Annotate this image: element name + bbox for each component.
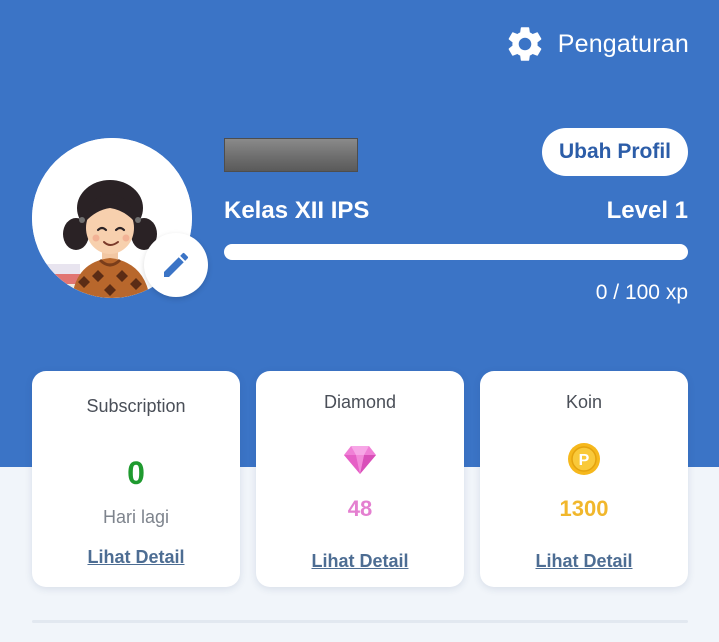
edit-profile-button[interactable]: Ubah Profil bbox=[542, 128, 688, 176]
coin-icon: P bbox=[568, 443, 600, 475]
diamond-card: Diamond 48 Lihat Detail bbox=[256, 371, 464, 587]
gear-icon bbox=[508, 27, 542, 61]
settings-button[interactable]: Pengaturan bbox=[504, 23, 689, 65]
koin-detail-link[interactable]: Lihat Detail bbox=[480, 551, 688, 572]
edit-avatar-button[interactable] bbox=[144, 233, 208, 297]
level-label: Level 1 bbox=[606, 197, 688, 224]
coin-glyph: P bbox=[579, 452, 590, 469]
subscription-detail-link[interactable]: Lihat Detail bbox=[32, 547, 240, 568]
diamond-title: Diamond bbox=[323, 392, 397, 412]
subscription-days-label: Hari lagi bbox=[102, 507, 170, 527]
xp-progress-bar bbox=[224, 244, 688, 260]
diamond-detail-link[interactable]: Lihat Detail bbox=[256, 551, 464, 572]
class-label: Kelas XII IPS bbox=[224, 197, 370, 224]
section-divider bbox=[32, 620, 688, 623]
koin-title: Koin bbox=[565, 392, 603, 412]
koin-card: Koin P 1300 Lihat Detail bbox=[480, 371, 688, 587]
diamond-value: 48 bbox=[347, 496, 373, 521]
settings-label: Pengaturan bbox=[557, 29, 689, 58]
avatar-container bbox=[32, 138, 208, 298]
subscription-title: Subscription bbox=[86, 396, 186, 416]
koin-value: 1300 bbox=[559, 496, 609, 521]
subscription-card: Subscription 0 Hari lagi Lihat Detail bbox=[32, 371, 240, 587]
subscription-value: 0 bbox=[127, 455, 145, 491]
user-name-redacted bbox=[224, 138, 358, 172]
xp-label: 0 / 100 xp bbox=[595, 281, 688, 304]
diamond-icon bbox=[344, 446, 376, 474]
pencil-icon bbox=[164, 252, 189, 277]
